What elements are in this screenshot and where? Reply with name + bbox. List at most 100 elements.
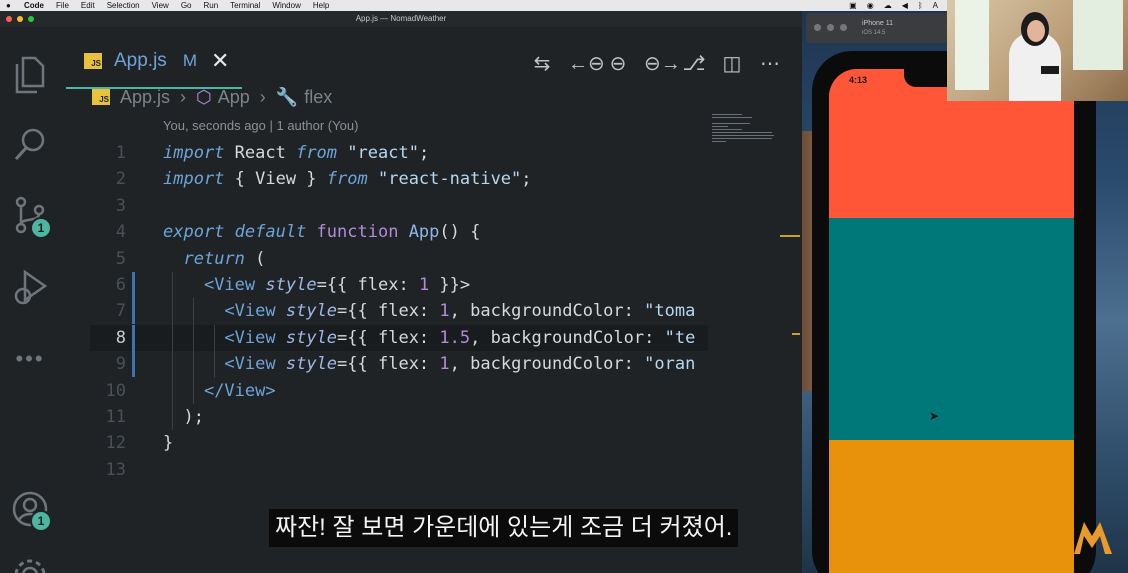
bluetooth-icon[interactable]: ᛒ xyxy=(918,0,923,11)
code-token: style xyxy=(285,354,338,375)
code-token: <View xyxy=(203,275,256,295)
code-token: "oran xyxy=(644,354,696,375)
previous-change-icon[interactable]: ←⊖ xyxy=(568,51,605,76)
simulator-close-button[interactable] xyxy=(814,24,821,31)
code-token: <View xyxy=(224,301,276,322)
code-token: ={{ flex: xyxy=(337,327,440,348)
code-token: 1 xyxy=(418,275,430,295)
code-text: <View style={{ flex: 1 }}> xyxy=(163,272,470,298)
breadcrumb-file[interactable]: App.js xyxy=(120,87,170,108)
breadcrumb-component[interactable]: App xyxy=(218,87,250,108)
menu-go[interactable]: Go xyxy=(181,0,192,11)
more-icon[interactable]: ••• xyxy=(10,339,50,379)
simulator-toolbar: iPhone 11 iOS 14.5 xyxy=(806,13,956,43)
menu-window[interactable]: Window xyxy=(272,0,300,11)
focus-icon[interactable]: ◉ xyxy=(867,0,874,11)
minimap[interactable] xyxy=(708,112,802,542)
video-subtitle: 짜잔! 잘 보면 가운데에 있는게 조금 더 커졌어. xyxy=(269,509,739,547)
split-editor-icon[interactable]: ◫ xyxy=(720,51,744,76)
simulator-device-name: iPhone 11 xyxy=(862,20,894,27)
menu-view[interactable]: View xyxy=(152,0,169,11)
breadcrumb: JS App.js › ⬡ App › 🔧 flex xyxy=(92,86,332,108)
indent-guide xyxy=(214,324,215,378)
editor-toolbar: ⇆ ←⊖ ⊖ ⊖→ ⎇ ◫ ⋯ xyxy=(530,51,782,76)
code-token: ={{ flex: xyxy=(337,354,440,375)
code-token: style xyxy=(285,327,338,348)
code-line[interactable]: 8 <View style={{ flex: 1.5, backgroundCo… xyxy=(90,324,708,351)
code-token: ); xyxy=(163,407,204,427)
menu-help[interactable]: Help xyxy=(313,0,329,11)
cloud-icon[interactable]: ☁ xyxy=(884,0,892,11)
tab-app-js[interactable]: JS App.js M ✕ xyxy=(66,35,242,89)
code-token: "te xyxy=(664,327,696,348)
nomad-coders-logo-icon xyxy=(1074,522,1112,554)
indent-guide xyxy=(193,298,194,404)
window-title: App.js — NomadWeather xyxy=(355,14,447,23)
apple-icon[interactable]: ● xyxy=(6,0,16,11)
flex-view-2 xyxy=(829,217,1074,441)
input-source-icon[interactable]: A xyxy=(933,0,938,11)
menu-edit[interactable]: Edit xyxy=(81,0,95,11)
code-token: export default xyxy=(163,222,307,243)
close-tab-icon[interactable]: ✕ xyxy=(211,50,229,72)
code-editor[interactable]: 1 import React from "react"; 2 import { Vie… xyxy=(90,140,708,500)
title-bar: App.js — NomadWeather xyxy=(0,11,802,27)
code-line[interactable]: 12} xyxy=(90,430,708,456)
search-icon[interactable] xyxy=(10,125,50,165)
vscode-window: App.js — NomadWeather 1 ••• 1 JS App.js … xyxy=(0,11,802,573)
code-token: 1 xyxy=(439,354,450,375)
status-bar-time: 4:13 xyxy=(849,75,868,85)
code-line[interactable]: 6 <View style={{ flex: 1 }}> xyxy=(90,272,708,298)
menu-terminal[interactable]: Terminal xyxy=(230,0,260,11)
code-line[interactable]: 2 import { View } from "react-native"; xyxy=(90,166,708,192)
code-text: import React from "react"; xyxy=(163,140,429,166)
run-debug-icon[interactable] xyxy=(10,267,50,307)
code-token: React xyxy=(224,143,297,163)
code-line[interactable]: 3 xyxy=(90,193,708,219)
menu-app-name[interactable]: Code xyxy=(24,0,44,11)
code-line[interactable]: 5 return ( xyxy=(90,246,708,272)
scrollbar-change-marker xyxy=(780,235,800,237)
code-line[interactable]: 10 </View> xyxy=(90,378,708,404)
javascript-file-icon: JS xyxy=(92,89,110,105)
menu-selection[interactable]: Selection xyxy=(107,0,140,11)
screen-record-icon[interactable]: ▣ xyxy=(849,0,857,11)
menu-file[interactable]: File xyxy=(56,0,69,11)
commit-node-icon[interactable]: ⊖ xyxy=(606,51,630,76)
next-change-icon[interactable]: ⊖→ xyxy=(644,51,681,76)
line-number: 5 xyxy=(115,248,126,269)
git-branch-icon[interactable]: ⎇ xyxy=(682,51,706,76)
code-token: } xyxy=(163,433,174,454)
compare-changes-icon[interactable]: ⇆ xyxy=(530,51,554,76)
code-token: from xyxy=(326,169,368,190)
flex-view-3 xyxy=(829,440,1074,573)
code-line[interactable]: 7 <View style={{ flex: 1, backgroundColo… xyxy=(90,298,708,325)
code-line[interactable]: 9 <View style={{ flex: 1, backgroundColo… xyxy=(90,351,708,378)
iphone-frame: 4:13 ➤ xyxy=(812,51,1096,573)
code-token: </View> xyxy=(203,380,276,401)
simulator-minimize-button[interactable] xyxy=(827,24,834,31)
settings-gear-icon[interactable] xyxy=(10,555,50,573)
code-text: } xyxy=(163,430,173,456)
code-line[interactable]: 1 import React from "react"; xyxy=(90,140,708,166)
code-line[interactable]: 13 xyxy=(90,457,708,483)
menu-run[interactable]: Run xyxy=(203,0,218,11)
line-number: 4 xyxy=(115,222,126,243)
line-number: 11 xyxy=(105,407,126,427)
code-text: ); xyxy=(163,404,204,430)
breadcrumb-symbol[interactable]: flex xyxy=(304,87,332,108)
code-line[interactable]: 4 export default function App() { xyxy=(90,219,708,245)
explorer-icon[interactable] xyxy=(10,55,50,95)
code-line[interactable]: 11 ); xyxy=(90,404,708,430)
simulator-zoom-button[interactable] xyxy=(840,24,847,31)
javascript-file-icon: JS xyxy=(84,53,102,69)
iphone-screen[interactable]: 4:13 ➤ xyxy=(829,69,1074,573)
code-token: return xyxy=(183,248,245,269)
volume-icon[interactable]: ◀ xyxy=(902,0,908,11)
more-actions-icon[interactable]: ⋯ xyxy=(758,51,782,76)
